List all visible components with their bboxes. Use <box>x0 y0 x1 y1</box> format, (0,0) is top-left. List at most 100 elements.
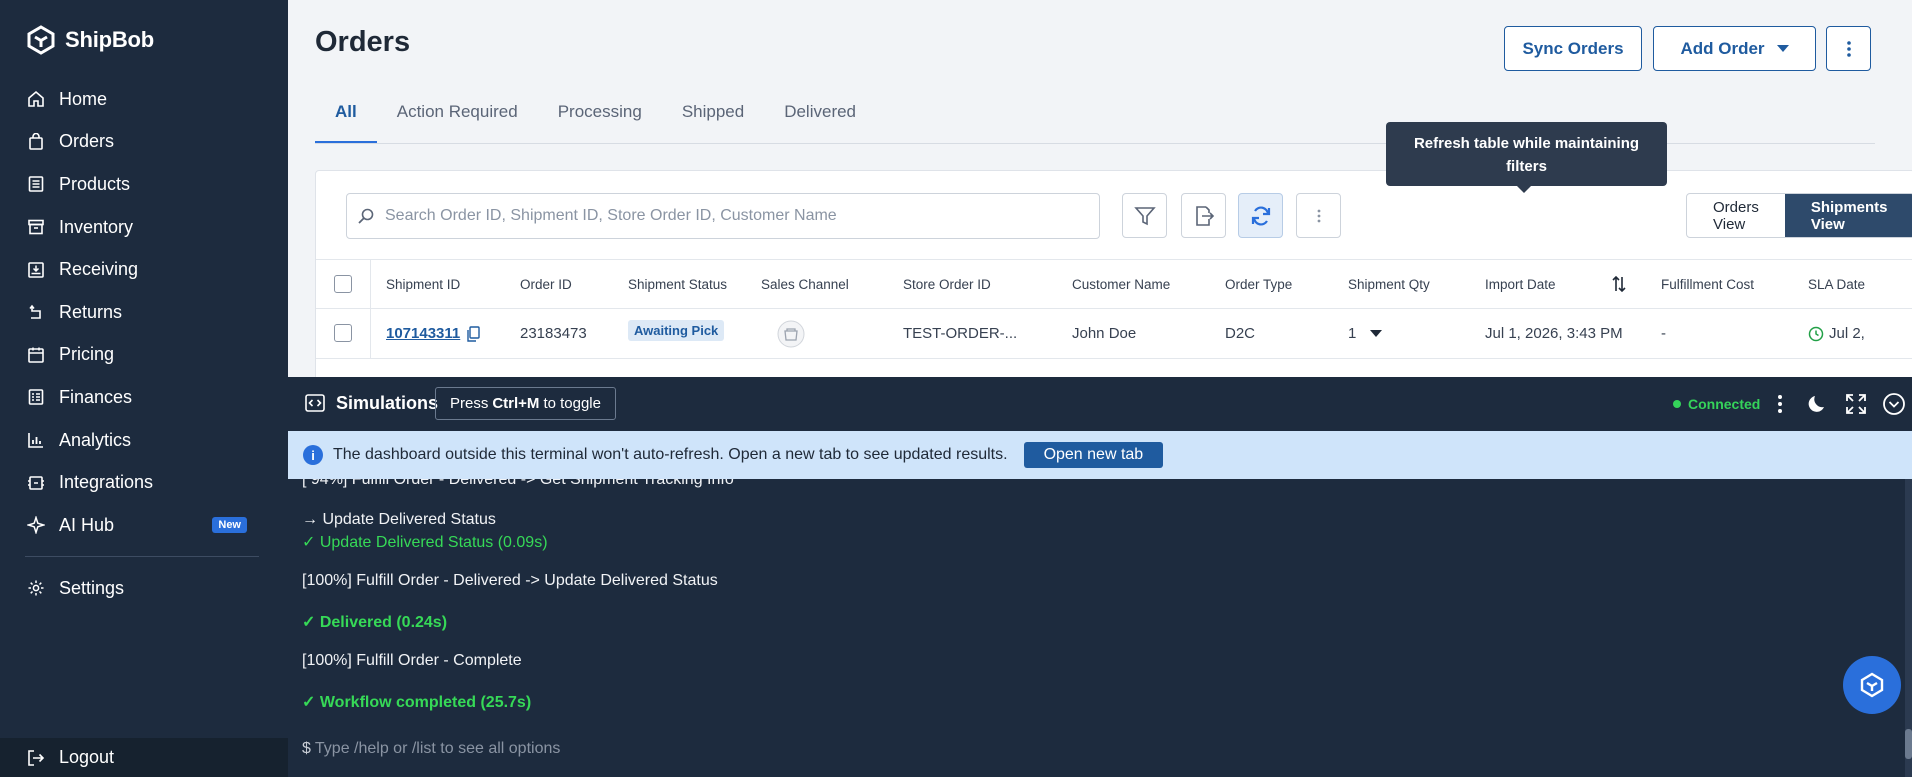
tab-all[interactable]: All <box>315 96 377 144</box>
sidebar-item-pricing[interactable]: Pricing <box>0 334 288 377</box>
fulfillment-cost-cell: - <box>1661 325 1666 342</box>
sales-channel-cell <box>777 320 805 352</box>
sidebar-item-home[interactable]: Home <box>0 78 288 121</box>
toggle-hint[interactable]: Press Ctrl+M to toggle <box>435 387 616 420</box>
logout-icon <box>28 749 45 766</box>
column-header[interactable]: Store Order ID <box>903 277 991 292</box>
terminal-output[interactable]: [ 94%] Fulfill Order - Delivered -> Get … <box>288 479 1912 777</box>
sidebar-item-ai-hub[interactable]: AI Hub New <box>0 504 288 547</box>
refresh-icon <box>1251 205 1270 226</box>
log-line: [ 94%] Fulfill Order - Delivered -> Get … <box>302 479 734 488</box>
store-icon <box>777 320 805 348</box>
column-header[interactable]: Shipment Qty <box>1348 277 1430 292</box>
code-window-icon <box>305 394 325 412</box>
sidebar-item-label: AI Hub <box>59 514 115 535</box>
assistant-fab-button[interactable] <box>1843 656 1901 714</box>
logout-label: Logout <box>59 747 115 767</box>
order-id-cell: 23183473 <box>520 325 587 342</box>
column-divider <box>370 309 371 358</box>
toggle-hint-prefix: Press <box>450 395 489 412</box>
copy-icon[interactable] <box>466 325 480 342</box>
column-header[interactable]: Order ID <box>520 277 572 292</box>
more-actions-button[interactable] <box>1826 26 1871 71</box>
tab-shipped[interactable]: Shipped <box>662 96 764 144</box>
export-button[interactable] <box>1181 193 1226 238</box>
tab-action-required[interactable]: Action Required <box>377 96 538 144</box>
log-line: ✓ Workflow completed (25.7s) <box>302 694 532 711</box>
log-line: [100%] Fulfill Order - Delivered -> Upda… <box>302 572 718 589</box>
terminal-scrollbar[interactable] <box>1905 479 1912 777</box>
inbox-arrow-icon <box>28 261 44 278</box>
dark-mode-icon[interactable] <box>1806 392 1830 416</box>
calendar-icon <box>28 347 44 363</box>
sync-orders-label: Sync Orders <box>1522 38 1624 58</box>
sidebar-item-label: Finances <box>59 386 133 407</box>
simulations-title: Simulations <box>336 392 439 413</box>
caret-down-icon[interactable] <box>1370 329 1383 338</box>
shipment-id-link[interactable]: 107143311 <box>386 325 460 342</box>
gear-icon <box>28 580 44 596</box>
kebab-menu-icon <box>1846 40 1851 57</box>
sidebar-item-receiving[interactable]: Receiving <box>0 248 288 291</box>
sidebar-item-label: Pricing <box>59 344 115 365</box>
column-header[interactable]: Shipment ID <box>386 277 460 292</box>
sidebar-item-inventory[interactable]: Inventory <box>0 206 288 249</box>
tab-processing[interactable]: Processing <box>538 96 662 144</box>
sidebar-item-label: Returns <box>59 301 123 322</box>
search-bar: Search Order ID, Shipment ID, Store Orde… <box>346 193 1100 239</box>
collapse-chevron-icon[interactable] <box>1882 392 1906 416</box>
sidebar-item-label: Products <box>59 173 131 194</box>
sidebar-item-finances[interactable]: Finances <box>0 376 288 419</box>
sidebar-item-returns[interactable]: Returns <box>0 291 288 334</box>
toggle-hint-key: Ctrl+M <box>492 395 540 412</box>
orders-view-button[interactable]: Orders View <box>1687 194 1785 237</box>
filter-button[interactable] <box>1122 193 1167 238</box>
shopping-bag-icon <box>29 132 43 150</box>
log-line: → Update Delivered Status <box>302 511 496 528</box>
info-banner: i The dashboard outside this terminal wo… <box>288 431 1912 479</box>
command-prompt[interactable]: $ Type /help or /list to see all options <box>302 740 560 758</box>
clock-icon <box>1808 326 1824 341</box>
new-badge: New <box>212 517 247 534</box>
table-header: Shipment ID Order ID Shipment Status Sal… <box>316 259 1912 309</box>
log-line: ✓ Delivered (0.24s) <box>302 614 448 631</box>
search-input[interactable]: Search Order ID, Shipment ID, Store Orde… <box>385 207 837 225</box>
caret-down-icon <box>1776 44 1789 52</box>
table-row[interactable]: 107143311 23183473 Awaiting Pick TEST-OR… <box>316 309 1912 359</box>
filter-icon <box>1133 206 1156 225</box>
tab-delivered[interactable]: Delivered <box>764 96 876 144</box>
row-checkbox[interactable] <box>334 324 352 342</box>
sidebar-item-label: Orders <box>59 131 115 152</box>
column-header[interactable]: Order Type <box>1225 277 1292 292</box>
column-header[interactable]: Import Date <box>1485 277 1556 292</box>
expand-icon[interactable] <box>1844 392 1868 416</box>
sidebar-item-integrations[interactable]: Integrations <box>0 461 288 504</box>
sidebar-item-settings[interactable]: Settings <box>0 567 288 610</box>
column-header[interactable]: Shipment Status <box>628 277 727 292</box>
refresh-tooltip: Refresh table while maintaining filters <box>1386 122 1667 193</box>
add-order-button[interactable]: Add Order <box>1653 26 1816 71</box>
column-header[interactable]: SLA Date <box>1808 277 1865 292</box>
column-header[interactable]: Sales Channel <box>761 277 849 292</box>
order-type-cell: D2C <box>1225 325 1256 342</box>
brand-logo[interactable]: ShipBob <box>27 25 154 55</box>
table-options-button[interactable] <box>1296 193 1341 238</box>
kebab-menu-icon[interactable] <box>1768 392 1792 416</box>
sidebar-item-orders[interactable]: Orders <box>0 121 288 164</box>
log-line: [100%] Fulfill Order - Complete <box>302 652 522 669</box>
status-dot <box>1673 400 1681 408</box>
command-input[interactable]: Type /help or /list to see all options <box>315 740 560 758</box>
sidebar-item-label: Inventory <box>59 216 134 237</box>
refresh-button[interactable] <box>1238 193 1283 238</box>
column-header[interactable]: Fulfillment Cost <box>1661 277 1754 292</box>
export-icon <box>1195 205 1214 226</box>
shipments-view-button[interactable]: Shipments View <box>1784 194 1912 237</box>
sync-orders-button[interactable]: Sync Orders <box>1504 26 1642 71</box>
sidebar-item-analytics[interactable]: Analytics <box>0 419 288 462</box>
select-all-checkbox[interactable] <box>334 275 352 293</box>
logout-button[interactable]: Logout <box>0 738 288 777</box>
sort-icon[interactable] <box>1612 275 1626 293</box>
sidebar-item-products[interactable]: Products <box>0 163 288 206</box>
open-new-tab-button[interactable]: Open new tab <box>1023 442 1164 468</box>
column-header[interactable]: Customer Name <box>1072 277 1170 292</box>
